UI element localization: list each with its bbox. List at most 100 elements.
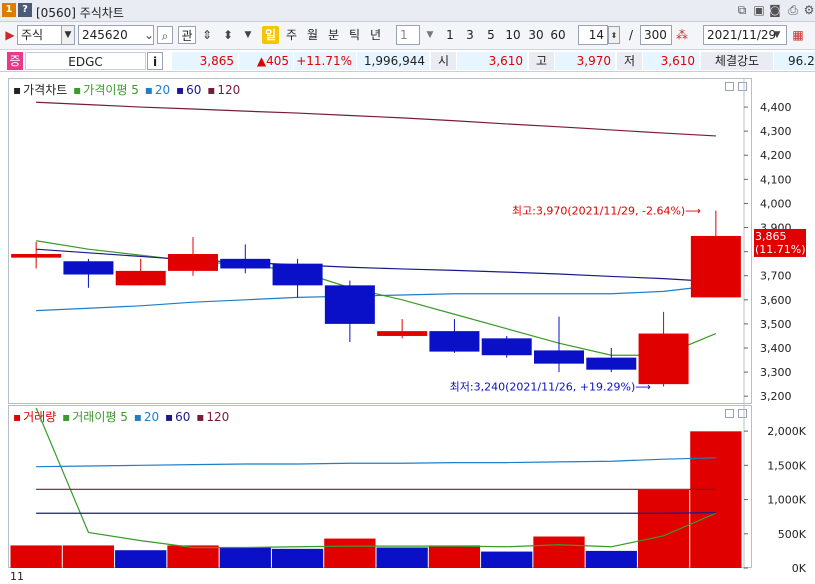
low-price: 3,610 — [643, 52, 699, 70]
price-change: ▲405 — [239, 52, 293, 70]
y-tick-label: 0K — [792, 562, 807, 575]
candle-body — [115, 270, 166, 286]
high-annotation: 최고:3,970(2021/11/29, -2.64%)⟶ — [512, 205, 701, 218]
candle-body — [272, 263, 323, 286]
help-icon[interactable]: ? — [18, 3, 32, 17]
watchlist-button[interactable]: 관 — [178, 26, 196, 44]
unit-select[interactable]: 1 — [396, 25, 420, 45]
code-dropdown-chevron-icon[interactable]: ⌄ — [141, 26, 157, 44]
spinner-dropdown-icon[interactable]: ▼ — [240, 26, 256, 44]
candle-body — [168, 254, 218, 271]
low-label: 저 — [617, 52, 642, 70]
volume-bar — [271, 548, 324, 568]
exchange-badge: 증 — [7, 52, 23, 70]
volume-bar — [167, 545, 219, 568]
y-tick-label: 1,000K — [767, 494, 806, 507]
candle-body — [377, 331, 428, 336]
y-tick-label: 4,400 — [760, 101, 792, 114]
market-dropdown-arrow-icon[interactable]: ▼ — [61, 25, 75, 45]
capture-icon[interactable]: ◙ — [768, 3, 782, 17]
period-button-week[interactable]: 주 — [283, 26, 300, 44]
y-tick-label: 4,200 — [760, 149, 792, 162]
high-label: 고 — [529, 52, 554, 70]
period-button-day[interactable]: 일 — [262, 26, 279, 44]
volume-chart-svg: 2,000K 1,500K 1,000K 500K 0K — [10, 406, 807, 575]
volume-bar — [324, 538, 376, 568]
open-price: 3,610 — [457, 52, 527, 70]
y-tick-label: 3,200 — [760, 390, 792, 403]
candle-body — [690, 235, 741, 298]
y-tick-label: 3,600 — [760, 294, 792, 307]
low-annotation: 최저:3,240(2021/11/26, +19.29%)⟶ — [450, 381, 652, 394]
volume-chart-panel[interactable]: ▪ 거래량 ▪ 거래이평 5 ▪ 20 ▪ 60 ▪ 120 2,000K 1,500K 1,… — [8, 405, 807, 575]
interval-button-3[interactable]: 3 — [463, 26, 477, 44]
price-ma120-line — [36, 101, 716, 137]
strength-label: 체결강도 — [701, 52, 773, 70]
volume-bar — [62, 545, 115, 568]
candle-body — [63, 261, 114, 275]
candle-body — [638, 333, 689, 385]
y-tick-label: 1,500K — [767, 459, 806, 472]
up-down-spinner-icon[interactable]: ⬍ — [220, 26, 236, 44]
price-chart-svg: 4,4004,3004,2004,1004,0003,9003,8003,700… — [11, 79, 806, 405]
play-icon[interactable]: ▶ — [2, 26, 18, 44]
candle-body — [534, 350, 584, 364]
title-bar: 1 ? [0560] 주식차트 ⧉ ▣ ◙ ⎙ ⚙ — [0, 0, 815, 22]
period-button-year[interactable]: 년 — [367, 26, 384, 44]
settings-gear-icon[interactable]: ⚙ — [802, 3, 815, 17]
count-spinner-icon[interactable]: ⬍ — [608, 26, 620, 44]
calendar-icon[interactable]: ▦ — [790, 26, 806, 44]
volume-bar — [533, 536, 585, 568]
price-ma5-line — [36, 240, 717, 356]
volume-ma60-line — [36, 511, 716, 514]
volume-bar — [10, 545, 62, 568]
volume-bar — [219, 547, 271, 568]
interval-button-30[interactable]: 30 — [526, 26, 546, 44]
print-icon[interactable]: ⎙ — [786, 3, 800, 17]
volume-ma5-line — [35, 407, 717, 549]
search-icon[interactable]: ⌕ — [157, 26, 173, 44]
settings-tool-icon[interactable]: ⁂ — [674, 26, 690, 44]
current-percent-label: (11.71%) — [755, 243, 806, 256]
interval-button-5[interactable]: 5 — [484, 26, 498, 44]
screen-number-badge[interactable]: 1 — [2, 3, 16, 17]
y-tick-label: 3,400 — [760, 342, 792, 355]
candle-body — [220, 258, 271, 269]
link-window-icon[interactable]: ⧉ — [735, 3, 749, 17]
display-count-input[interactable]: 14 — [578, 25, 608, 45]
period-button-month[interactable]: 월 — [304, 26, 321, 44]
info-button[interactable]: i — [147, 52, 163, 70]
y-tick-label: 4,100 — [760, 173, 792, 186]
candle-body — [586, 357, 637, 370]
y-tick-label: 4,300 — [760, 125, 792, 138]
interval-button-60[interactable]: 60 — [548, 26, 568, 44]
drag-handle-icon[interactable]: ⇕ — [199, 26, 215, 44]
stock-name: EDGC — [25, 52, 146, 70]
interval-button-1[interactable]: 1 — [443, 26, 457, 44]
y-tick-label: 3,700 — [760, 270, 792, 283]
open-label: 시 — [431, 52, 456, 70]
price-chart-panel[interactable]: ▪ 가격차트 ▪ 가격이평 5 ▪ 20 ▪ 60 ▪ 120 4,400 4,300 4,2… — [8, 78, 806, 405]
strength-value: 96.2 — [774, 52, 815, 70]
save-icon[interactable]: ▣ — [752, 3, 766, 17]
period-button-minute[interactable]: 분 — [325, 26, 342, 44]
candle-body — [429, 331, 480, 352]
unit-dropdown-arrow-icon[interactable]: ▼ — [422, 26, 438, 44]
volume-value: 1,996,944 — [357, 52, 429, 70]
current-price-label: 3,865 — [755, 230, 787, 243]
quote-bar: 증 EDGC i 3,865 ▲405 +11.71% 1,996,944 시 … — [0, 50, 815, 72]
candle-body — [324, 285, 375, 324]
period-button-tick[interactable]: 틱 — [346, 26, 363, 44]
current-price: 3,865 — [172, 52, 238, 70]
volume-bar — [585, 550, 637, 568]
candle-body — [481, 338, 532, 356]
total-count-input[interactable]: 300 — [640, 25, 672, 45]
market-select[interactable]: 주식 — [17, 25, 63, 45]
date-dropdown-arrow-icon[interactable]: ▼ — [769, 26, 785, 44]
window-title: [0560] 주식차트 — [36, 6, 124, 20]
bottom-scroll-label: 11 — [10, 570, 24, 583]
y-tick-label: 4,000 — [760, 197, 792, 210]
interval-button-10[interactable]: 10 — [503, 26, 523, 44]
y-tick-label: 3,300 — [760, 366, 792, 379]
y-tick-label: 3,500 — [760, 318, 792, 331]
